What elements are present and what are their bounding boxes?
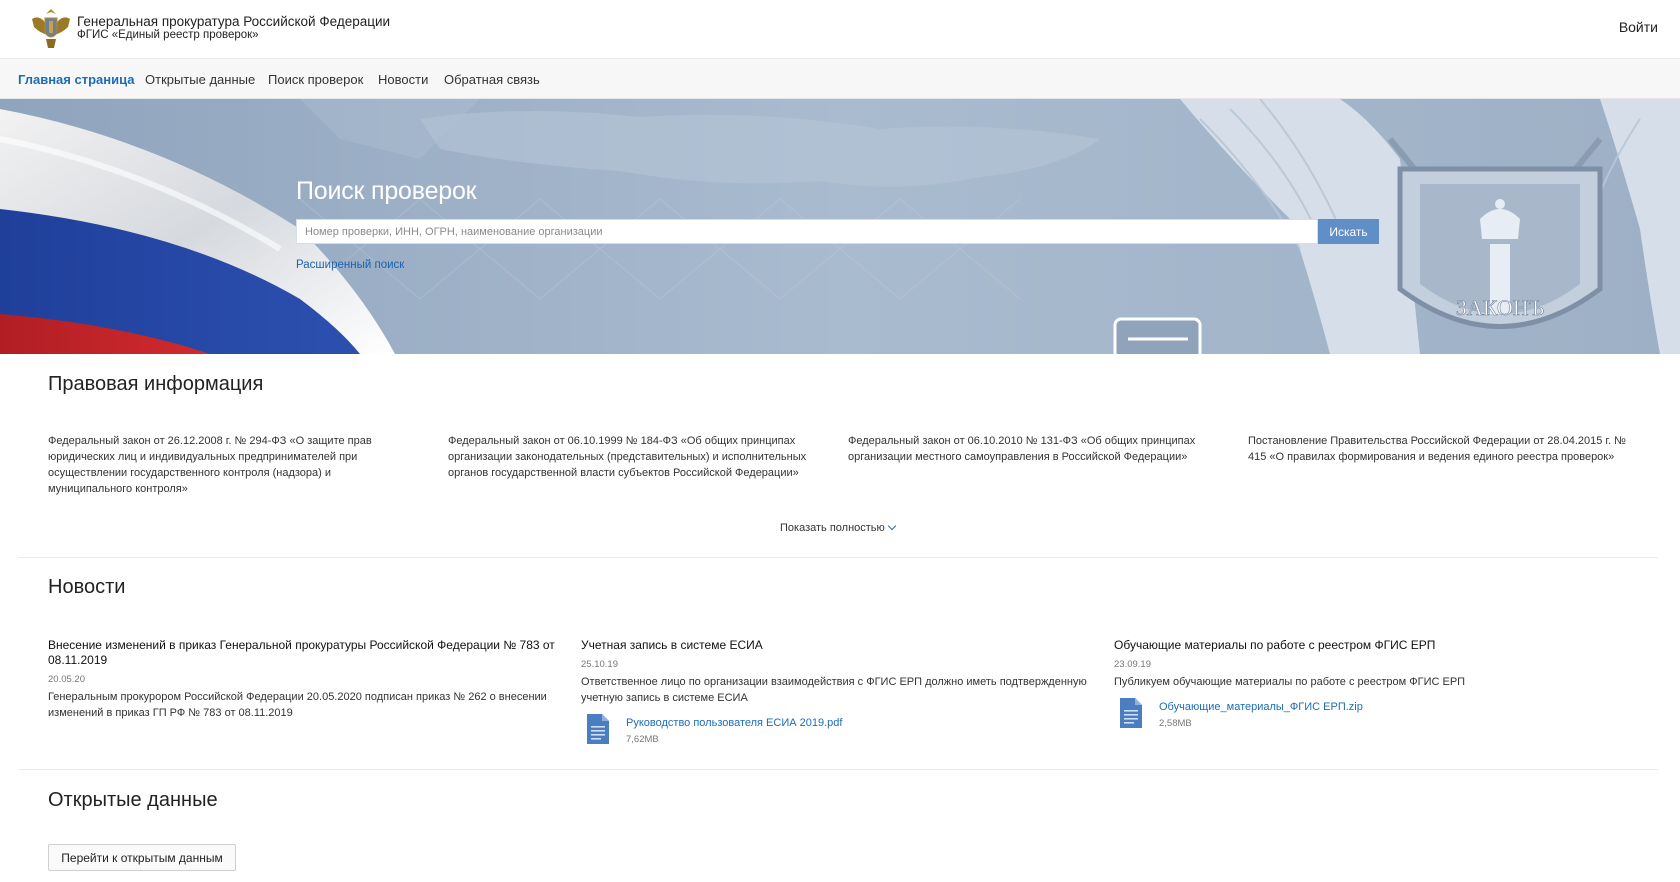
advanced-search-link[interactable]: Расширенный поиск [296,259,404,271]
file-attachment: Обучающие_материалы_ФГИС ЕРП.zip 2,58MB [1114,698,1634,734]
shield-motto: ЗАКОНЪ [1456,295,1544,320]
search-input[interactable] [296,219,1318,244]
file-download-link[interactable]: Обучающие_материалы_ФГИС ЕРП.zip [1159,701,1363,713]
main-nav: Главная страница Открытые данные Поиск п… [0,59,1680,99]
search-button[interactable]: Искать [1318,219,1379,244]
file-attachment: Руководство пользователя ЕСИА 2019.pdf 7… [581,714,1091,750]
nav-item-news[interactable]: Новости [378,72,428,87]
news-text: Ответственное лицо по организации взаимо… [581,676,1087,704]
chevron-down-icon [887,521,897,531]
org-name: Генеральная прокуратура Российской Федер… [77,14,391,29]
legal-item-415[interactable]: Постановление Правительства Российской Ф… [1248,433,1628,465]
org-subtitle: ФГИС «Единый реестр проверок» [77,29,259,41]
hero-banner: ЗАКОНЪ Поиск проверок Искать Расширенный… [0,99,1680,354]
news-date: 23.09.19 [1114,659,1151,670]
news-date: 25.10.19 [581,659,618,670]
hero-title: Поиск проверок [296,177,477,205]
legal-item-294fz[interactable]: Федеральный закон от 26.12.2008 г. № 294… [48,433,418,497]
login-link[interactable]: Войти [1619,19,1658,35]
news-item: Учетная запись в системе ЕСИА 25.10.19 О… [581,638,1091,750]
section-divider [18,557,1658,558]
site-header: Генеральная прокуратура Российской Федер… [0,0,1680,59]
legal-item-131fz[interactable]: Федеральный закон от 06.10.2010 № 131-ФЗ… [848,433,1218,465]
document-icon [587,714,609,744]
news-text: Публикуем обучающие материалы по работе … [1114,676,1466,688]
file-size: 7,62MB [626,734,659,745]
nav-item-home[interactable]: Главная страница [18,72,134,87]
news-text: Генеральным прокурором Российской Федера… [48,691,547,719]
legal-section-title: Правовая информация [48,373,264,395]
file-download-link[interactable]: Руководство пользователя ЕСИА 2019.pdf [626,717,842,729]
news-section-title: Новости [48,576,126,598]
document-icon [1120,698,1142,728]
news-item: Обучающие материалы по работе с реестром… [1114,638,1634,734]
news-title[interactable]: Обучающие материалы по работе с реестром… [1114,638,1634,653]
show-more-label: Показать полностью [780,522,885,534]
nav-item-search[interactable]: Поиск проверок [268,72,363,87]
news-date: 20.05.20 [48,674,85,685]
nav-item-feedback[interactable]: Обратная связь [444,72,540,87]
open-data-button[interactable]: Перейти к открытым данным [48,844,236,871]
news-item: Внесение изменений в приказ Генеральной … [48,638,558,721]
news-title[interactable]: Учетная запись в системе ЕСИА [581,638,1091,653]
file-size: 2,58MB [1159,718,1192,729]
show-more-link[interactable]: Показать полностью [780,521,897,534]
section-divider [18,769,1658,770]
news-title[interactable]: Внесение изменений в приказ Генеральной … [48,638,558,668]
legal-item-184fz[interactable]: Федеральный закон от 06.10.1999 № 184-ФЗ… [448,433,818,481]
open-data-section-title: Открытые данные [48,789,218,811]
prosecutor-emblem-icon[interactable] [28,5,74,51]
nav-item-open-data[interactable]: Открытые данные [145,72,255,87]
